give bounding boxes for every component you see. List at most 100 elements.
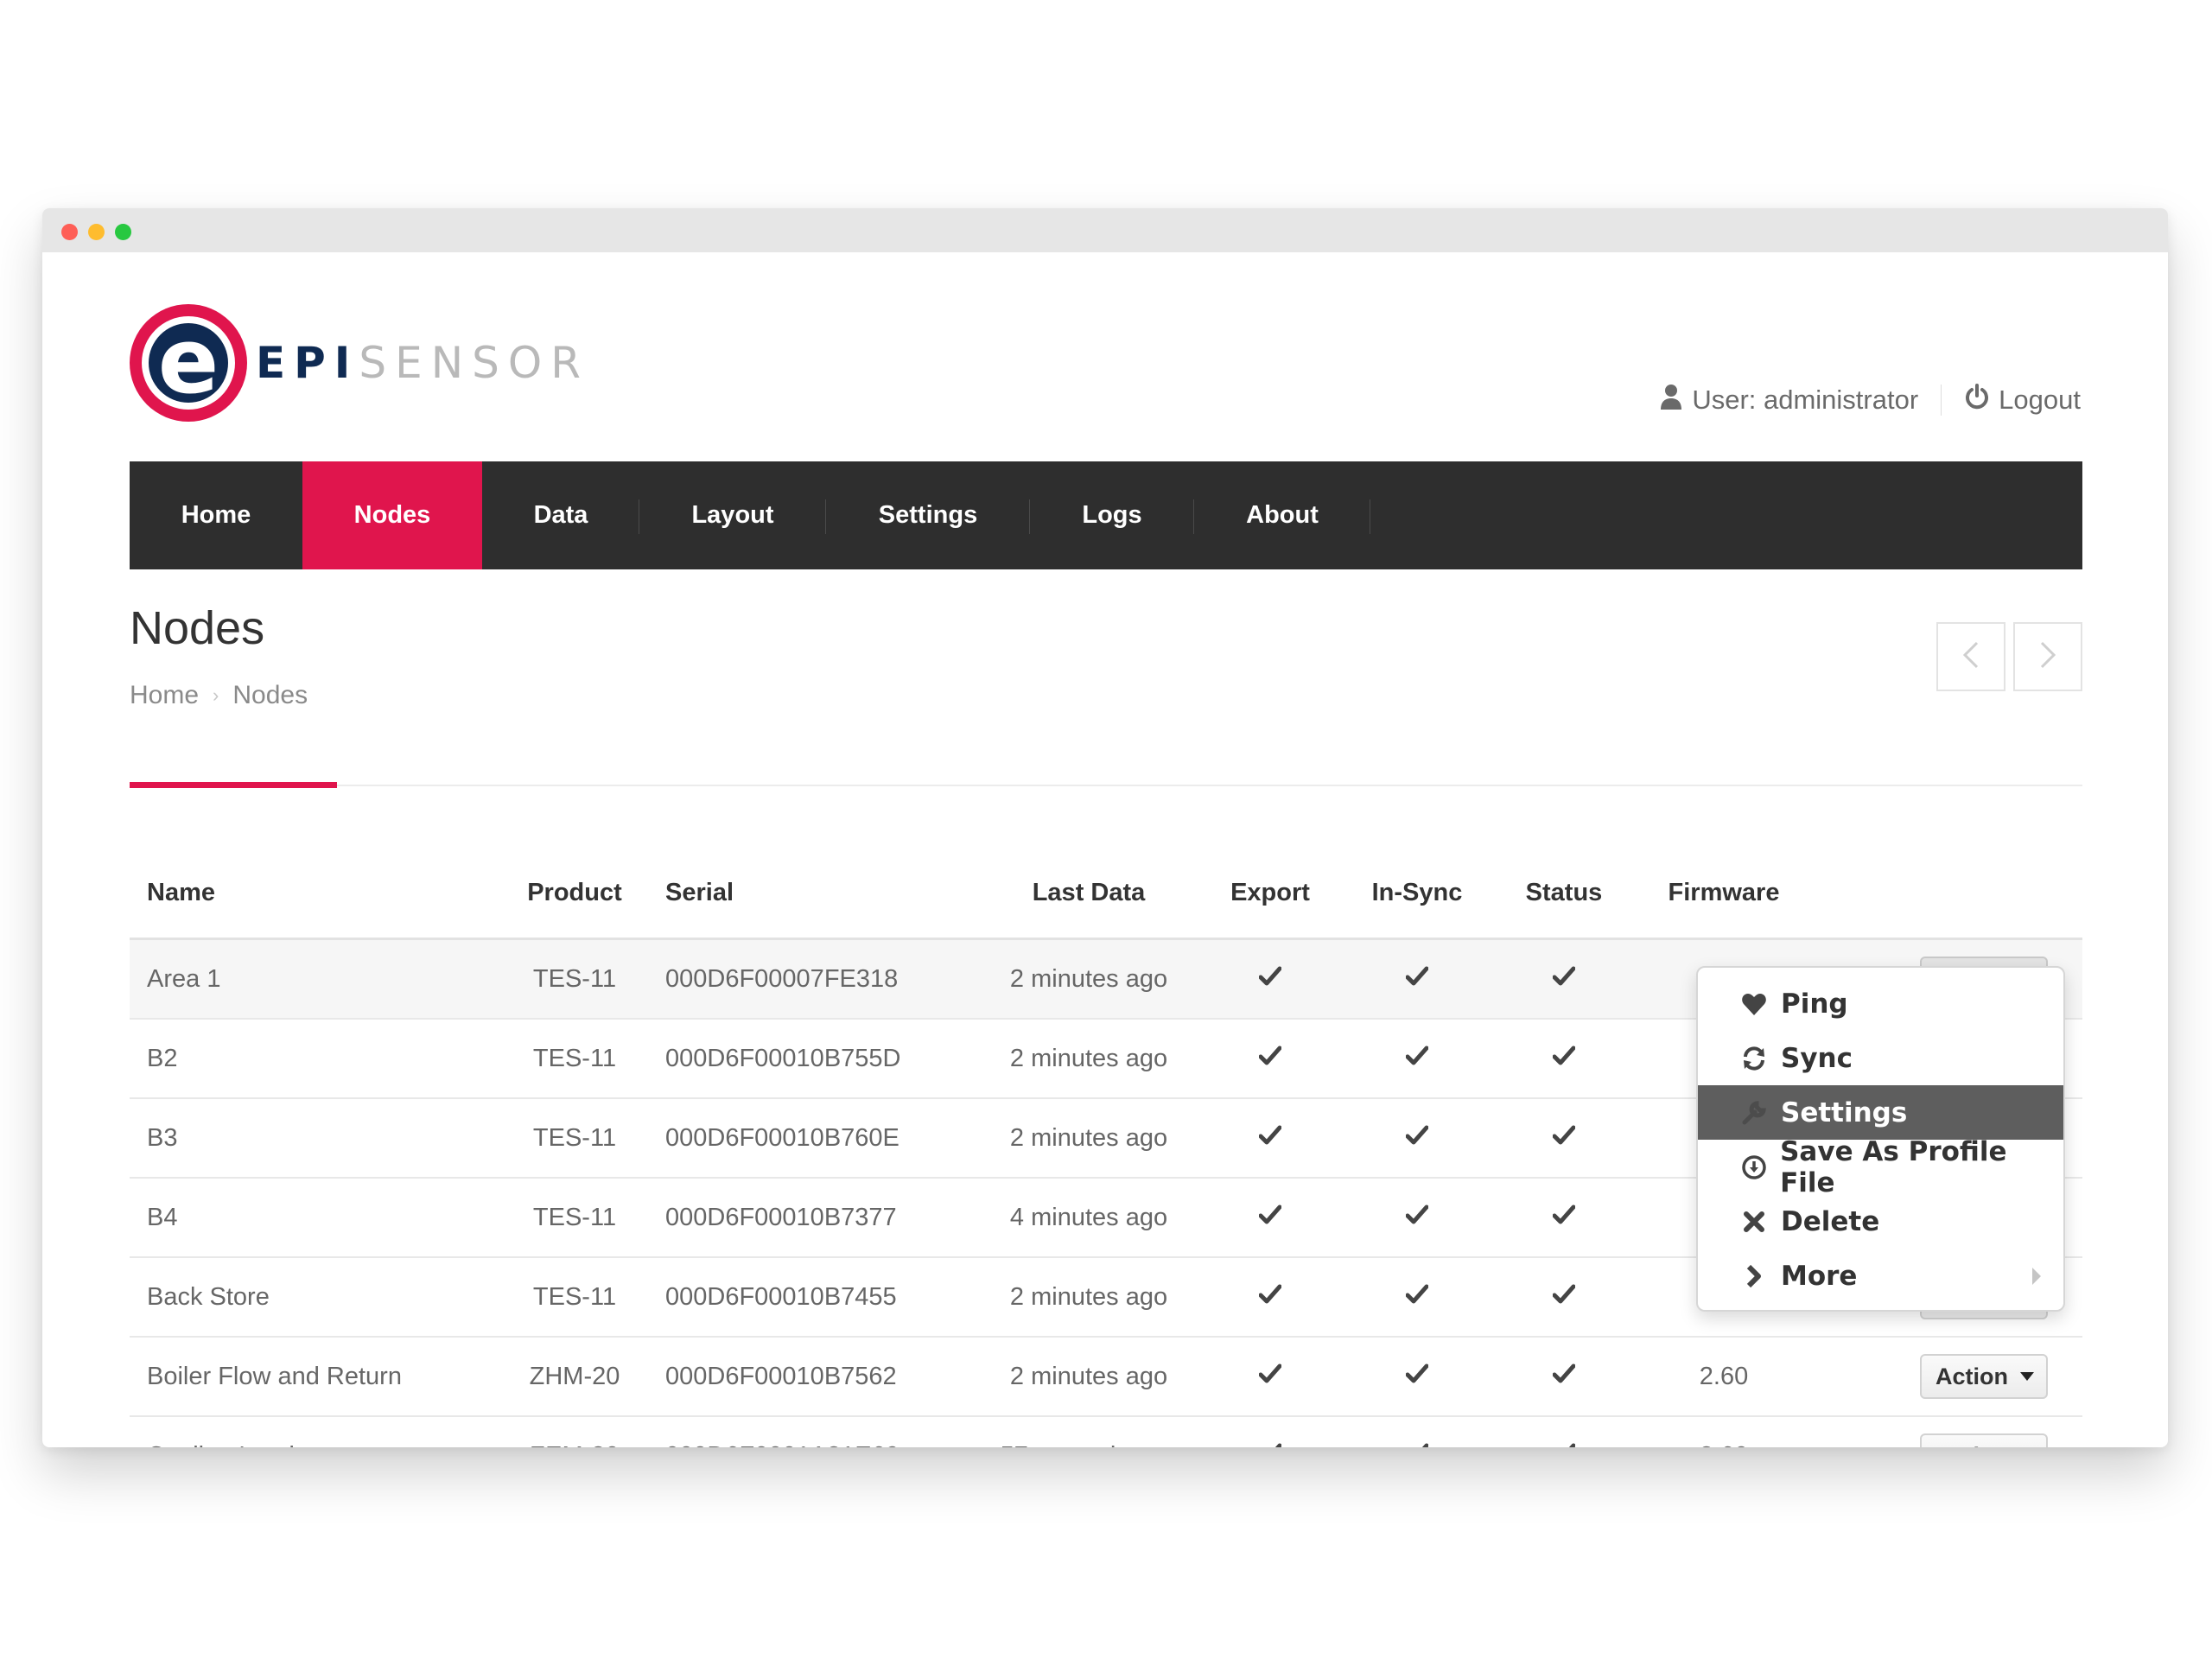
menu-item-label: Sync [1781,1042,1853,1074]
checkmark-icon [1405,965,1429,994]
header-status[interactable]: Status [1486,879,1642,907]
menu-item-label: Settings [1781,1096,1908,1128]
node-export [1192,1363,1348,1391]
node-product: TES-11 [532,1203,617,1231]
power-icon [1964,384,1990,416]
node-product: TES-11 [532,1282,617,1311]
breadcrumb-home[interactable]: Home [130,681,199,710]
download-circle-icon [1739,1153,1768,1182]
chevron-right-icon [2038,640,2057,674]
user-area-divider [1941,385,1942,416]
node-serial: 000D6F0001A31E69 [648,1442,985,1448]
checkmark-icon [1258,1204,1282,1232]
checkmark-icon [1258,965,1282,994]
user-area: User: administrator Logout [1659,384,2081,416]
checkmark-icon [1406,1442,1429,1447]
logo-mark-icon: e [130,304,247,422]
menu-item-more[interactable]: More [1698,1249,2063,1303]
episensor-logo[interactable]: e EPISENSOR [130,302,589,423]
title-divider [130,785,2082,786]
menu-item-label: Ping [1781,988,1848,1020]
node-last-data: 4 minutes ago [1009,1203,1168,1231]
x-icon [1739,1207,1769,1236]
maximize-window-button[interactable] [115,224,131,240]
node-status [1486,965,1642,994]
header-product[interactable]: Product [501,879,648,907]
nav-data[interactable]: Data [482,461,639,569]
logout-label: Logout [1999,385,2081,415]
node-in-sync [1348,1045,1486,1073]
node-last-data: 2 minutes ago [1009,1282,1168,1311]
minimize-window-button[interactable] [88,224,105,240]
nav-logs[interactable]: Logs [1030,461,1194,569]
node-export [1192,1124,1348,1153]
node-name: B3 [147,1123,178,1152]
nav-nodes[interactable]: Nodes [302,461,482,569]
nav-settings[interactable]: Settings [826,461,1030,569]
checkmark-icon [1259,1442,1282,1447]
node-name: Boiler Flow and Return [147,1362,402,1390]
node-status [1486,1045,1642,1073]
nav-layout[interactable]: Layout [639,461,826,569]
table-row[interactable]: Cooling LoadZEM-30000D6F0001A31E6957 sec… [130,1417,2082,1447]
node-last-data: 2 minutes ago [1009,964,1168,993]
menu-item-save-as-profile-file[interactable]: Save As Profile File [1698,1136,2063,1198]
header-in-sync[interactable]: In-Sync [1348,879,1486,907]
submenu-arrow-icon [2032,1268,2041,1285]
nav-about[interactable]: About [1194,461,1370,569]
checkmark-icon [1405,1283,1429,1312]
node-export [1192,1442,1348,1447]
checkmark-icon [1258,1045,1282,1073]
current-user: User: administrator [1659,384,1918,416]
node-serial: 000D6F00010B755D [665,1044,901,1072]
node-status [1486,1283,1642,1312]
menu-item-ping[interactable]: Ping [1698,976,2063,1031]
node-export [1192,1045,1348,1073]
node-name: B4 [147,1203,178,1231]
menu-item-sync[interactable]: Sync [1698,1031,2063,1085]
table-header: Name Product Serial Last Data Export In-… [130,849,2082,940]
wrench-icon [1739,1098,1769,1128]
menu-item-settings[interactable]: Settings [1698,1085,2063,1140]
action-label: Action [1936,1443,2008,1448]
table-row[interactable]: Boiler Flow and Return ZHM-20 000D6F00010B… [130,1338,2082,1417]
user-label: User: administrator [1692,385,1919,415]
checkmark-icon [1552,1204,1576,1232]
next-button[interactable] [2013,622,2082,691]
node-last-data: 2 minutes ago [1009,1044,1168,1072]
checkmark-icon [1258,1363,1282,1391]
node-firmware: 2.60 [1642,1442,1806,1448]
header-last-data[interactable]: Last Data [985,879,1192,907]
close-window-button[interactable] [61,224,78,240]
header-name[interactable]: Name [130,879,501,907]
action-button[interactable]: Action [1920,1354,2048,1399]
menu-item-label: Save As Profile File [1780,1135,2007,1198]
node-product: TES-11 [532,964,617,993]
refresh-icon [1739,1044,1769,1073]
nav-home[interactable]: Home [130,461,302,569]
breadcrumb: Home › Nodes [130,681,308,710]
breadcrumb-current: Nodes [232,681,308,709]
action-button[interactable]: Action [1920,1433,2048,1447]
header-firmware[interactable]: Firmware [1642,879,1806,907]
logout-link[interactable]: Logout [1964,384,2081,416]
chevron-left-icon [1961,640,1980,674]
checkmark-icon [1258,1283,1282,1312]
node-product: TES-11 [532,1044,617,1072]
user-icon [1659,384,1683,416]
checkmark-icon [1405,1363,1429,1391]
checkmark-icon [1552,1124,1576,1153]
node-status [1486,1363,1642,1391]
node-in-sync [1348,1283,1486,1312]
checkmark-icon [1405,1204,1429,1232]
node-actions: Action [1806,1354,2065,1399]
menu-item-delete[interactable]: Delete [1698,1194,2063,1249]
node-serial: 000D6F00010B7562 [665,1362,897,1390]
header-serial[interactable]: Serial [648,879,985,907]
page-title: Nodes [130,602,265,654]
previous-button[interactable] [1936,622,2005,691]
header-export[interactable]: Export [1192,879,1348,907]
node-name: B2 [147,1044,178,1072]
node-status [1486,1442,1642,1447]
chevron-right-icon [1739,1262,1769,1291]
